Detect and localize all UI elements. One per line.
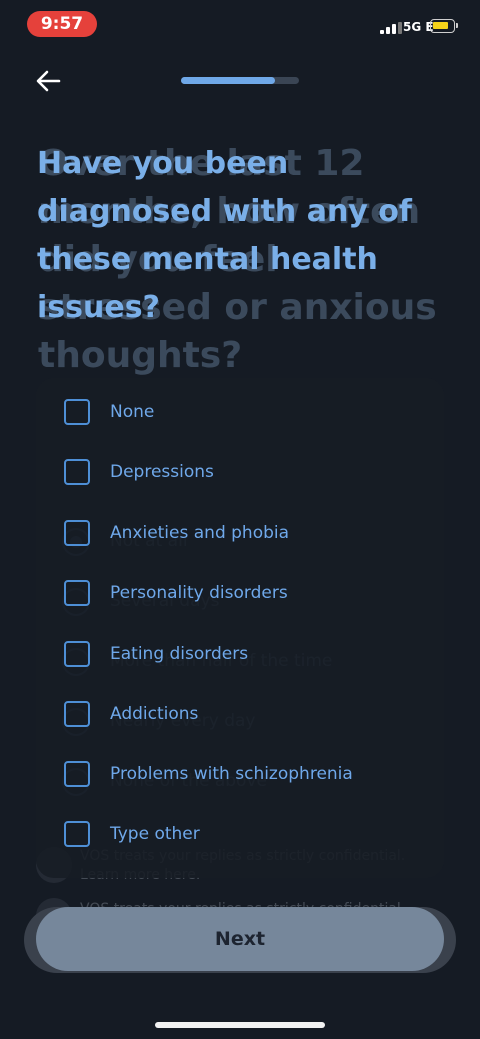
checkbox[interactable] (64, 399, 90, 425)
option-schizophrenia[interactable]: Problems with schizophrenia (36, 754, 444, 794)
option-label: Problems with schizophrenia (110, 764, 353, 784)
progress-bar (181, 77, 299, 84)
option-label: Eating disorders (110, 644, 249, 664)
arrow-left-icon (36, 70, 61, 92)
option-label: None (110, 402, 155, 422)
option-label: Type other (110, 824, 200, 844)
checkbox[interactable] (64, 580, 90, 606)
battery-icon (430, 19, 458, 33)
checkbox[interactable] (64, 641, 90, 667)
option-label: Anxieties and phobia (110, 523, 290, 543)
progress-fill (181, 77, 276, 84)
option-none[interactable]: None (36, 392, 444, 432)
options-panel: None Depressions Anxieties and phobia Pe… (36, 378, 444, 878)
option-eating-disorders[interactable]: Eating disorders (36, 634, 444, 674)
next-button[interactable]: Next (36, 907, 444, 971)
network-type: 5G E (403, 20, 434, 34)
checkbox[interactable] (64, 761, 90, 787)
status-time: 9:57 (27, 11, 97, 37)
option-type-other[interactable]: Type other (36, 814, 444, 854)
checkbox[interactable] (64, 701, 90, 727)
option-depressions[interactable]: Depressions (36, 452, 444, 492)
cellular-signal-icon (380, 22, 402, 34)
option-label: Depressions (110, 462, 214, 482)
status-bar: 9:57 5G E (0, 0, 480, 48)
option-personality-disorders[interactable]: Personality disorders (36, 573, 444, 613)
option-addictions[interactable]: Addictions (36, 694, 444, 734)
checkbox[interactable] (64, 520, 90, 546)
checkbox[interactable] (64, 459, 90, 485)
checkbox[interactable] (64, 821, 90, 847)
option-anxieties[interactable]: Anxieties and phobia (36, 513, 444, 553)
option-label: Addictions (110, 704, 199, 724)
page-title: Have you been diagnosed with any of thes… (37, 146, 412, 325)
home-indicator[interactable] (155, 1022, 325, 1028)
option-label: Personality disorders (110, 583, 288, 603)
back-button[interactable] (31, 63, 67, 99)
